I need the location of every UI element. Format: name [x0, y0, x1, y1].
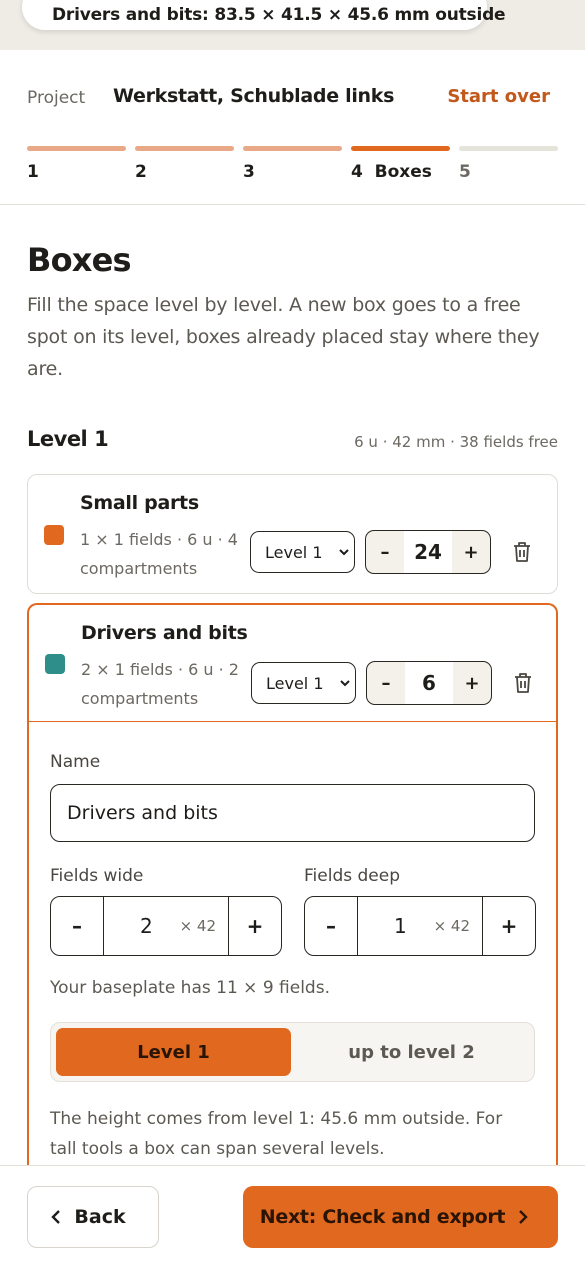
project-name: Werkstatt, Schublade links: [113, 85, 395, 107]
box-count-stepper[interactable]: – 6 +: [366, 661, 492, 705]
box-name: Drivers and bits: [81, 622, 248, 644]
fields-deep-input[interactable]: 1 × 42: [357, 897, 483, 955]
step-1[interactable]: 1: [27, 146, 126, 186]
fields-wide-stepper[interactable]: – 2 × 42 +: [50, 896, 282, 956]
step-5-bar: [459, 146, 558, 151]
step-2[interactable]: 2: [135, 146, 234, 186]
fields-deep-value: 1: [394, 914, 407, 938]
box-card-drivers-and-bits[interactable]: Drivers and bits 2 × 1 fields · 6 u · 2 …: [27, 603, 558, 723]
box-description: 1 × 1 fields · 6 u · 4 compartments: [80, 530, 238, 578]
box-description: 2 × 1 fields · 6 u · 2 compartments: [81, 660, 239, 708]
unit-label: × 42: [179, 917, 216, 935]
step-5[interactable]: 5: [459, 146, 558, 186]
box-card-small-parts[interactable]: Small parts 1 × 1 fields · 6 u · 4 compa…: [27, 474, 558, 594]
unit-label: × 42: [433, 917, 470, 935]
next-label: Next: Check and export: [259, 1206, 506, 1228]
footer-bar: Back Next: Check and export: [0, 1165, 585, 1266]
step-1-bar: [27, 146, 126, 151]
chevron-right-icon: [519, 1210, 528, 1224]
trash-icon[interactable]: [511, 540, 533, 564]
step-2-label: 2: [135, 162, 147, 182]
step-3[interactable]: 3: [243, 146, 342, 186]
box-count-value[interactable]: 6: [405, 662, 453, 704]
level-span-toggle: Level 1 up to level 2: [50, 1022, 535, 1082]
box-name: Small parts: [80, 492, 199, 514]
fields-wide-input[interactable]: 2 × 42: [103, 897, 229, 955]
name-label: Name: [50, 752, 101, 772]
top-strip: Drivers and bits: 83.5 × 41.5 × 45.6 mm …: [0, 0, 585, 50]
box-editor-panel: Name Drivers and bits Fields wide Fields…: [27, 721, 558, 1181]
step-3-label: 3: [243, 162, 255, 182]
box-level-select[interactable]: Level 1: [250, 531, 355, 573]
back-label: Back: [74, 1206, 126, 1228]
step-4[interactable]: 4 Boxes: [351, 146, 450, 186]
level-meta: 6 u · 42 mm · 38 fields free: [354, 433, 558, 451]
increment-button[interactable]: +: [483, 897, 535, 955]
page-intro: Fill the space level by level. A new box…: [27, 294, 540, 380]
toggle-level-1[interactable]: Level 1: [56, 1028, 291, 1076]
step-1-label: 1: [27, 162, 39, 182]
fields-deep-label: Fields deep: [304, 866, 400, 886]
height-note: The height comes from level 1: 45.6 mm o…: [50, 1109, 503, 1159]
step-4-bar: [351, 146, 450, 151]
next-button[interactable]: Next: Check and export: [243, 1186, 558, 1248]
box-size-tooltip: Drivers and bits: 83.5 × 41.5 × 45.6 mm …: [22, 0, 506, 30]
increment-button[interactable]: +: [453, 673, 491, 694]
decrement-button[interactable]: –: [367, 673, 405, 694]
back-button[interactable]: Back: [27, 1186, 159, 1248]
trash-icon[interactable]: [512, 671, 534, 695]
project-label: Project: [27, 88, 86, 108]
toggle-up-to-level-2[interactable]: up to level 2: [294, 1028, 529, 1076]
box-count-value[interactable]: 24: [404, 531, 452, 573]
chevron-left-icon: [51, 1210, 61, 1224]
fields-wide-value: 2: [140, 914, 153, 938]
fields-deep-stepper[interactable]: – 1 × 42 +: [304, 896, 536, 956]
step-progress: 1 2 3 4 Boxes 5: [27, 146, 558, 186]
box-color-swatch: [44, 525, 64, 545]
header: Project Werkstatt, Schublade links Start…: [0, 50, 585, 205]
box-level-select[interactable]: Level 1: [251, 662, 356, 704]
step-4-label: 4 Boxes: [351, 162, 432, 182]
step-5-label: 5: [459, 162, 471, 182]
increment-button[interactable]: +: [452, 542, 490, 563]
fields-wide-label: Fields wide: [50, 866, 144, 886]
box-name-input[interactable]: Drivers and bits: [50, 784, 535, 842]
box-count-stepper[interactable]: – 24 +: [365, 530, 491, 574]
level-title: Level 1: [27, 427, 109, 451]
page-title: Boxes: [27, 241, 132, 279]
decrement-button[interactable]: –: [305, 897, 357, 955]
decrement-button[interactable]: –: [366, 542, 404, 563]
box-color-swatch: [45, 654, 65, 674]
tooltip-text: Drivers and bits: 83.5 × 41.5 × 45.6 mm …: [52, 5, 506, 25]
decrement-button[interactable]: –: [51, 897, 103, 955]
step-2-bar: [135, 146, 234, 151]
step-3-bar: [243, 146, 342, 151]
start-over-link[interactable]: Start over: [447, 86, 550, 107]
baseplate-hint: Your baseplate has 11 × 9 fields.: [50, 978, 330, 998]
increment-button[interactable]: +: [229, 897, 281, 955]
